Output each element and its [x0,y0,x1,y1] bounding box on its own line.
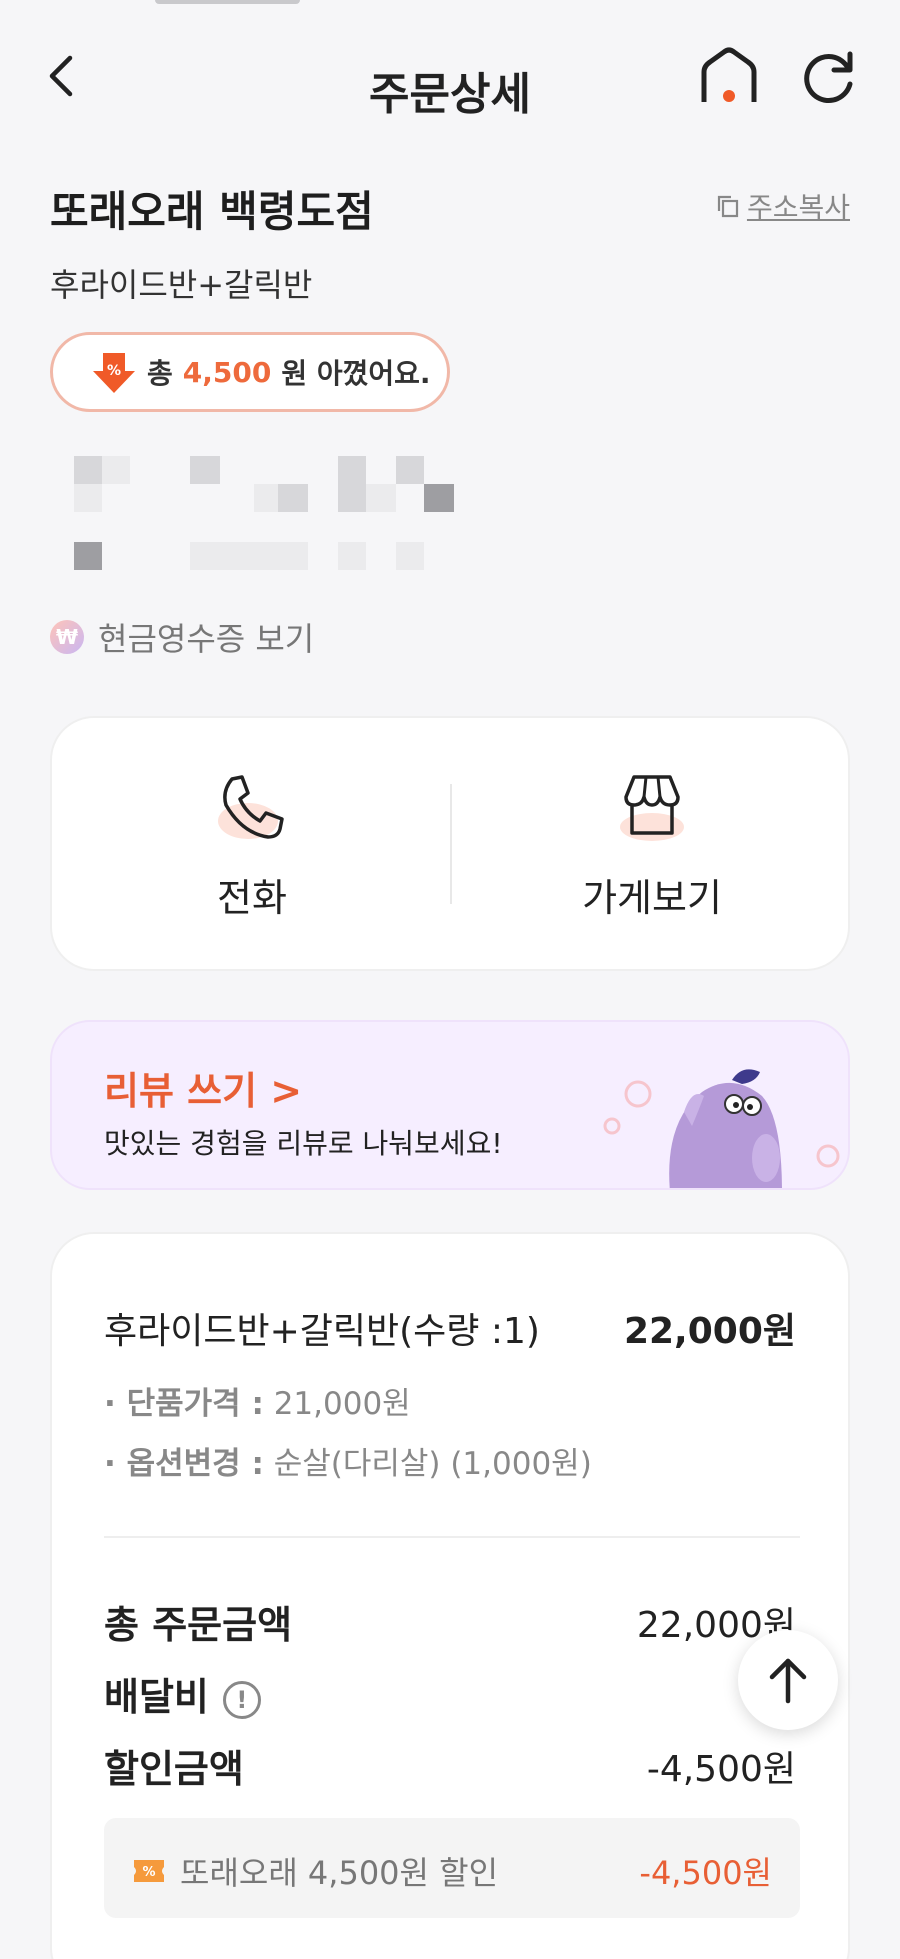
copy-icon [717,195,739,218]
discount-arrow-icon: % [93,353,135,393]
view-store-label: 가게보기 [582,876,722,920]
refresh-icon [804,51,853,103]
coupon-discount-row: % 또래오래 4,500원 할인 -4,500원 [104,1818,800,1918]
copy-address-button[interactable]: 주소복사 [715,186,850,226]
discount-amount-label: 할인금액 [104,1747,244,1791]
total-amount-label: 총 주문금액 [104,1603,293,1647]
cash-receipt-link[interactable]: ₩ 현금영수증 보기 [50,614,314,660]
store-name: 또래오래 백령도점 [50,187,374,236]
scroll-top-button[interactable] [738,1630,838,1730]
home-icon [701,47,757,102]
coupon-icon: % [134,1860,164,1882]
svg-text:%: % [107,363,121,379]
review-character-illustration [603,1069,840,1188]
home-button[interactable] [698,46,760,108]
info-icon[interactable]: ! [222,1680,261,1719]
action-card: 전화 가게보기 [50,716,850,971]
arrow-up-icon [769,1658,807,1704]
copy-address-label: 주소복사 [746,191,850,224]
savings-amount: 4,500 [182,355,272,389]
page-title: 주문상세 [369,69,531,120]
review-banner[interactable]: 리뷰 쓰기 > 맛있는 경험을 리뷰로 나눠보세요! [50,1020,850,1190]
coupon-value: -4,500원 [639,1854,772,1892]
order-detail-card: 후라이드반+갈릭반(수량 :1) 22,000원 · 단품가격 : 21,000… [50,1232,850,1959]
top-notch [155,0,300,4]
order-item-price: 22,000원 [623,1311,796,1352]
savings-suffix: 원 아꼈어요. [281,357,431,390]
won-icon: ₩ [50,620,84,654]
call-label: 전화 [217,876,287,920]
store-icon [620,775,684,841]
call-button[interactable]: 전화 [52,718,452,973]
savings-prefix: 총 [147,357,173,390]
savings-badge: % 총 4,500 원 아꼈어요. [50,332,450,412]
order-item-name: 후라이드반+갈릭반(수량 :1) [104,1311,540,1352]
coupon-label: 또래오래 4,500원 할인 [180,1854,499,1892]
discount-amount-value: -4,500원 [646,1749,796,1790]
svg-text:%: % [142,1865,155,1880]
phone-icon [218,775,284,839]
menu-summary: 후라이드반+갈릭반 [50,266,313,304]
refresh-button[interactable] [798,46,860,108]
order-divider [104,1536,800,1538]
view-store-button[interactable]: 가게보기 [452,718,852,973]
review-title: 리뷰 쓰기 > [104,1069,303,1113]
review-subtitle: 맛있는 경험을 리뷰로 나눠보세요! [104,1127,503,1160]
order-detail-line: · 옵션변경 : 순살(다리살) (1,000원) [104,1446,592,1482]
header: 주문상세 [0,12,900,132]
delivery-fee-label: 배달비! [104,1666,261,1721]
cash-receipt-label: 현금영수증 보기 [98,620,315,658]
order-detail-line: · 단품가격 : 21,000원 [104,1386,411,1422]
